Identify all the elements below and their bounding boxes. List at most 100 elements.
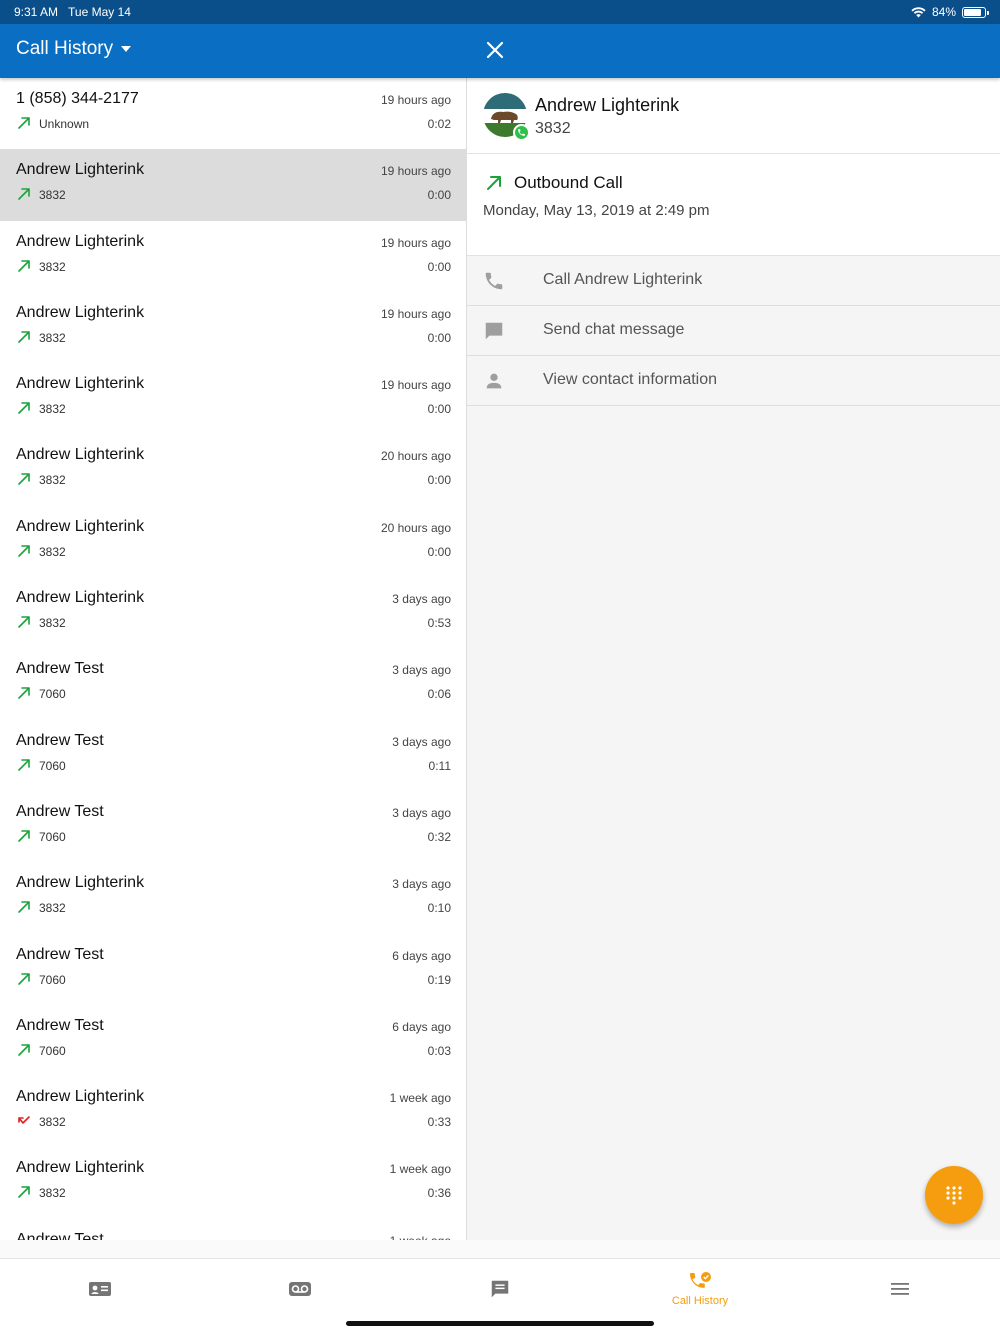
call-row-time: 19 hours ago (380, 164, 451, 179)
call-row[interactable]: Andrew Lighterink 3832 1 week ago 0:36 (0, 1147, 466, 1218)
call-row-extension: 7060 (39, 758, 66, 773)
outbound-arrow-icon (18, 758, 30, 771)
phone-badge-icon (513, 124, 530, 141)
status-bar: 9:31 AM Tue May 14 84% (0, 0, 1000, 24)
call-history-list: 1 (858) 344-2177 Unknown 19 hours ago 0:02 A… (0, 78, 467, 1240)
tab-contacts[interactable] (0, 1259, 200, 1319)
status-time: 9:31 AM (14, 5, 59, 19)
call-info: Outbound Call Monday, May 13, 2019 at 2:… (467, 154, 1000, 256)
call-row-duration: 0:00 (427, 259, 451, 274)
call-row-name: Andrew Test (16, 660, 104, 678)
outbound-arrow-icon (18, 687, 30, 700)
outbound-arrow-icon (18, 901, 30, 914)
call-row-name: Andrew Test (16, 731, 104, 749)
call-row-time: 3 days ago (392, 805, 451, 820)
call-row-name: Andrew Lighterink (16, 446, 145, 464)
outbound-arrow-icon (18, 1186, 30, 1199)
tab-menu[interactable] (800, 1259, 1000, 1319)
dialpad-icon (946, 1186, 962, 1205)
call-row-time: 19 hours ago (380, 93, 451, 107)
call-row-duration: 0:36 (427, 1186, 451, 1201)
call-row[interactable]: Andrew Test 7060 3 days ago 0:06 (0, 648, 466, 719)
call-row[interactable]: Andrew Lighterink 3832 20 hours ago 0:00 (0, 434, 466, 505)
call-row-name: Andrew Lighterink (16, 1088, 145, 1106)
call-row-extension: 3832 (39, 188, 66, 203)
call-row-extension: 3832 (39, 473, 66, 488)
outbound-arrow-icon (18, 117, 30, 129)
call-contact-action[interactable]: Call Andrew Lighterink (467, 256, 1000, 306)
call-detail-panel: Andrew Lighterink 3832 Outbound Call Mon… (467, 78, 1000, 1240)
call-row[interactable]: Andrew Lighterink 3832 19 hours ago 0:00 (0, 292, 466, 363)
call-row[interactable]: Andrew Lighterink 3832 1 week ago 0:33 (0, 1076, 466, 1147)
missed-call-icon (18, 1116, 30, 1124)
call-type: Outbound Call (514, 173, 623, 192)
close-icon[interactable] (484, 38, 506, 62)
call-row-extension: 3832 (39, 1115, 66, 1130)
call-row[interactable]: Andrew Lighterink 3832 20 hours ago 0:00 (0, 506, 466, 577)
app-bar: Call History (0, 24, 1000, 78)
call-row-name: Andrew Lighterink (16, 375, 145, 393)
call-row-name: Andrew Lighterink (16, 1159, 145, 1177)
call-row-extension: 7060 (39, 1043, 66, 1058)
battery-icon (962, 6, 989, 18)
send-chat-action[interactable]: Send chat message (467, 306, 1000, 356)
call-row[interactable]: Andrew Lighterink 3832 19 hours ago 0:00 (0, 363, 466, 434)
call-row-duration: 0:19 (427, 972, 451, 987)
call-row-extension: 3832 (39, 330, 66, 345)
contact-header: Andrew Lighterink 3832 (467, 78, 1000, 154)
call-row-name: Andrew Lighterink (16, 874, 145, 892)
tab-voicemail[interactable] (200, 1259, 400, 1319)
call-row-duration: 0:03 (427, 1043, 451, 1058)
call-row-extension: 7060 (39, 829, 66, 844)
call-row-duration: 0:53 (427, 616, 451, 631)
call-row[interactable]: Andrew Lighterink 3832 3 days ago 0:53 (0, 577, 466, 648)
call-row-time: 1 week ago (389, 1091, 451, 1106)
call-row[interactable]: 1 (858) 344-2177 Unknown 19 hours ago 0:02 (0, 78, 466, 149)
call-row-duration: 0:00 (427, 544, 451, 559)
call-row-extension: 7060 (39, 972, 66, 987)
call-row[interactable]: Andrew Test 7060 6 days ago 0:03 (0, 1005, 466, 1076)
action-list: Call Andrew Lighterink Send chat message… (467, 256, 1000, 406)
dialpad-button[interactable] (925, 1166, 983, 1224)
call-history-icon (690, 1272, 711, 1288)
call-row[interactable]: Andrew Lighterink 3832 19 hours ago 0:00 (0, 149, 466, 221)
outbound-arrow-icon (18, 972, 30, 985)
call-row[interactable]: Andrew Lighterink 3832 3 days ago 0:10 (0, 862, 466, 933)
call-row-duration: 0:00 (427, 473, 451, 488)
call-row-time: 6 days ago (392, 1019, 451, 1034)
call-row-name: Andrew Lighterink (16, 517, 145, 535)
call-row-time: 19 hours ago (380, 378, 451, 393)
call-row-duration: 0:06 (427, 687, 451, 702)
call-row-time: 19 hours ago (380, 235, 451, 250)
call-row-time: 20 hours ago (380, 520, 451, 535)
call-row-name: 1 (858) 344-2177 (16, 90, 139, 107)
call-row-time: 20 hours ago (380, 449, 451, 464)
call-row-extension: Unknown (39, 117, 90, 131)
call-row[interactable]: Andrew Test1 week ago (0, 1219, 466, 1240)
call-row-name: Andrew Test (16, 945, 104, 963)
call-contact-label: Call Andrew Lighterink (543, 271, 703, 288)
call-row-extension: 7060 (39, 687, 66, 702)
call-row-name: Andrew Test (16, 802, 104, 820)
call-row[interactable]: Andrew Test 7060 3 days ago 0:11 (0, 720, 466, 791)
tab-call-history[interactable]: Call History (600, 1259, 800, 1319)
call-row-time: 6 days ago (392, 948, 451, 963)
call-history-dropdown[interactable]: Call History (16, 38, 132, 60)
page-title: Call History (16, 38, 114, 59)
call-row[interactable]: Andrew Test 7060 6 days ago 0:19 (0, 934, 466, 1005)
tab-chat[interactable] (400, 1259, 600, 1319)
home-indicator (346, 1321, 654, 1326)
call-row-name: Andrew Test (16, 1230, 104, 1240)
list-bottom-spacer (0, 1240, 1000, 1258)
call-row-duration: 0:11 (428, 758, 451, 773)
call-row[interactable]: Andrew Lighterink 3832 19 hours ago 0:00 (0, 221, 466, 292)
outbound-arrow-icon (18, 402, 30, 414)
call-row-duration: 0:00 (427, 330, 451, 345)
contacts-card-icon (89, 1282, 111, 1296)
chat-icon (485, 322, 503, 340)
outbound-arrow-icon (18, 473, 30, 486)
call-row-name: Andrew Lighterink (16, 161, 145, 179)
view-contact-action[interactable]: View contact information (467, 356, 1000, 406)
call-row[interactable]: Andrew Test 7060 3 days ago 0:32 (0, 791, 466, 862)
outbound-arrow-icon (487, 176, 501, 190)
